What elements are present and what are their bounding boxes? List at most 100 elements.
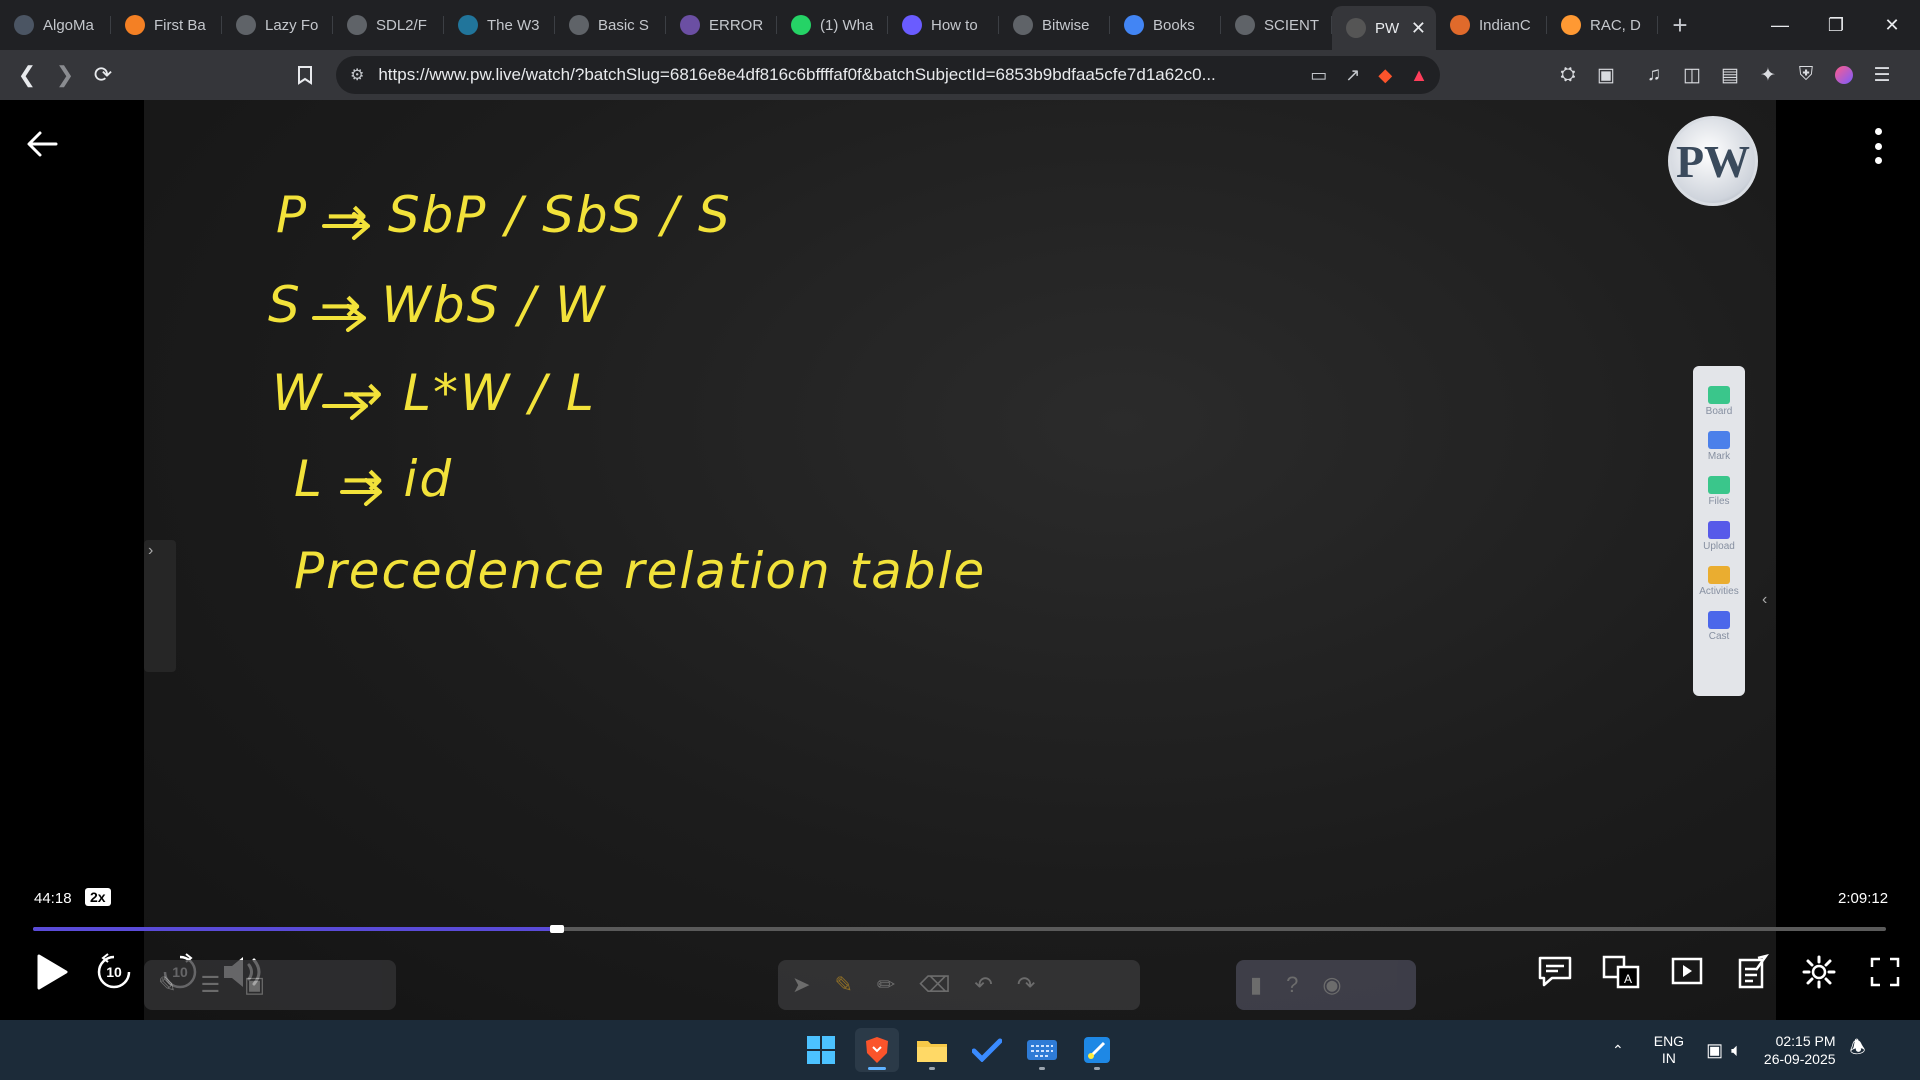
browser-tab[interactable]: How to (888, 0, 999, 50)
side-tool-mark[interactable]: Mark (1708, 431, 1730, 462)
rewind-10-button[interactable]: 10 (92, 948, 136, 996)
browser-tab[interactable]: Books (1110, 0, 1221, 50)
forward-button[interactable]: ❯ (46, 56, 84, 94)
browser-tab[interactable]: (1) Wha (777, 0, 888, 50)
browser-tab[interactable]: Basic S (555, 0, 666, 50)
play-button[interactable] (32, 948, 72, 996)
side-tool-label: Board (1705, 406, 1733, 417)
algomaster-icon (14, 15, 34, 35)
browser-tab[interactable]: ERROR (666, 0, 777, 50)
playback-speed-badge[interactable]: 2x (85, 888, 111, 906)
left-panel-handle[interactable]: › (144, 540, 176, 672)
tab-label: Books (1153, 16, 1195, 34)
screenshot-icon[interactable]: ▣ (1594, 63, 1618, 87)
extensions-icon[interactable]: ⛭ (1556, 63, 1580, 87)
taskbar-file-explorer[interactable] (910, 1028, 954, 1072)
side-tool-files[interactable]: Files (1708, 476, 1730, 507)
browser-tab[interactable]: Bitwise (999, 0, 1110, 50)
notes-button[interactable] (1734, 953, 1772, 991)
speaker-icon[interactable]: 🔈︎ (1731, 1040, 1742, 1061)
address-bar[interactable]: ⚙ https://www.pw.live/watch/?batchSlug=6… (336, 56, 1440, 94)
seek-thumb[interactable] (550, 925, 564, 933)
back-button[interactable]: ❮ (8, 56, 46, 94)
browser-toolbar: ❮ ❯ ⟳ ⚙ https://www.pw.live/watch/?batch… (0, 50, 1920, 100)
back-arrow-icon[interactable] (24, 126, 60, 162)
vscode-icon (902, 15, 922, 35)
brave-shields-icon[interactable]: ◆ (1378, 65, 1392, 86)
close-window-button[interactable]: ✕ (1864, 0, 1920, 50)
pw-logo: PW (1668, 116, 1758, 206)
svg-text:A: A (1624, 972, 1632, 986)
taskbar-paint-app[interactable] (1075, 1028, 1119, 1072)
share-icon[interactable]: ↗ (1345, 65, 1360, 86)
browser-tab[interactable]: PW ✕ (1332, 6, 1436, 50)
frame-question-icon: ? (1286, 972, 1299, 997)
captions-button[interactable] (1536, 953, 1574, 991)
media-icon[interactable]: ♫ (1642, 63, 1666, 87)
side-tool-activities[interactable]: Activities (1699, 566, 1739, 597)
site-settings-icon[interactable]: ⚙ (350, 65, 364, 85)
tab-label: SCIENT (1264, 16, 1320, 34)
side-tool-label: Cast (1708, 631, 1730, 642)
pw-icon (1346, 18, 1366, 38)
language-indicator[interactable]: ENG IN (1654, 1033, 1684, 1067)
player-right-controls: A (1536, 948, 1904, 996)
grammar-rule-2: S → WbS / W (268, 276, 607, 334)
board-icon (1708, 386, 1730, 404)
wordpress-icon (458, 15, 478, 35)
reload-button[interactable]: ⟳ (84, 56, 122, 94)
tray-overflow-icon[interactable]: ⌃ (1612, 1042, 1624, 1059)
video-player[interactable]: P → SbP / SbS / S S → WbS / W W → L*W / … (0, 100, 1920, 1020)
side-tool-cast[interactable]: Cast (1708, 611, 1730, 642)
notes-icon (1738, 954, 1769, 989)
browser-tab[interactable]: SCIENT (1221, 0, 1332, 50)
taskbar-keyboard-app[interactable] (1020, 1028, 1064, 1072)
cast-icon[interactable]: ▭ (1310, 65, 1327, 86)
new-tab-button[interactable]: + (1658, 0, 1702, 50)
more-options-icon[interactable] (1868, 128, 1888, 164)
vpn-icon[interactable]: ⛨ (1794, 63, 1818, 87)
pw-logo-text: PW (1675, 135, 1751, 187)
language-line1: ENG (1653, 1033, 1685, 1049)
globe-icon (1235, 15, 1255, 35)
tabs-container: AlgoMa First Ba Lazy Fo SDL2/F The W3 Basic S… (0, 0, 1658, 50)
wallet-icon[interactable]: ▤ (1718, 63, 1742, 87)
network-icon[interactable]: ▣ (1706, 1040, 1723, 1061)
browser-tab[interactable]: First Ba (111, 0, 222, 50)
seek-bar[interactable] (33, 925, 1886, 933)
taskbar-brave[interactable] (855, 1028, 899, 1072)
stack-icon (125, 15, 145, 35)
right-panel-handle[interactable]: ‹ (1762, 540, 1776, 660)
restore-button[interactable]: ❐ (1808, 0, 1864, 50)
side-tool-board[interactable]: Board (1705, 386, 1733, 417)
menu-icon[interactable]: ☰ (1870, 63, 1894, 87)
side-tool-upload[interactable]: Upload (1703, 521, 1735, 552)
taskbar-todo[interactable] (965, 1028, 1009, 1072)
bookmark-icon[interactable] (286, 56, 324, 94)
rewind-label: 10 (106, 964, 122, 980)
frame-tool-icon: ▣ (244, 972, 265, 997)
close-tab-icon[interactable]: ✕ (1411, 18, 1426, 39)
browser-tab[interactable]: The W3 (444, 0, 555, 50)
translate-button[interactable]: A (1602, 953, 1640, 991)
profile-icon[interactable] (1832, 63, 1856, 87)
clock[interactable]: 02:15 PM 26-09-2025 (1764, 1032, 1836, 1068)
leo-ai-icon[interactable]: ✦ (1756, 63, 1780, 87)
settings-button[interactable] (1800, 953, 1838, 991)
browser-tab[interactable]: AlgoMa (0, 0, 111, 50)
sidebar-icon[interactable]: ◫ (1680, 63, 1704, 87)
fullscreen-button[interactable] (1866, 953, 1904, 991)
checkmark-icon (972, 1038, 1002, 1062)
notification-bell-icon[interactable]: 🕭︎ (1850, 1035, 1866, 1065)
start-button[interactable] (799, 1028, 843, 1072)
playlist-button[interactable] (1668, 953, 1706, 991)
browser-tab[interactable]: IndianC (1436, 0, 1547, 50)
browser-tab[interactable]: Lazy Fo (222, 0, 333, 50)
browser-tab[interactable]: RAC, D (1547, 0, 1658, 50)
browser-tab[interactable]: SDL2/F (333, 0, 444, 50)
files-icon (1708, 476, 1730, 494)
keyboard-icon (1027, 1040, 1057, 1060)
frame-undo-icon: ↶ (974, 972, 993, 997)
minimize-button[interactable]: — (1752, 0, 1808, 50)
brave-rewards-icon[interactable]: ▲ (1410, 65, 1428, 86)
